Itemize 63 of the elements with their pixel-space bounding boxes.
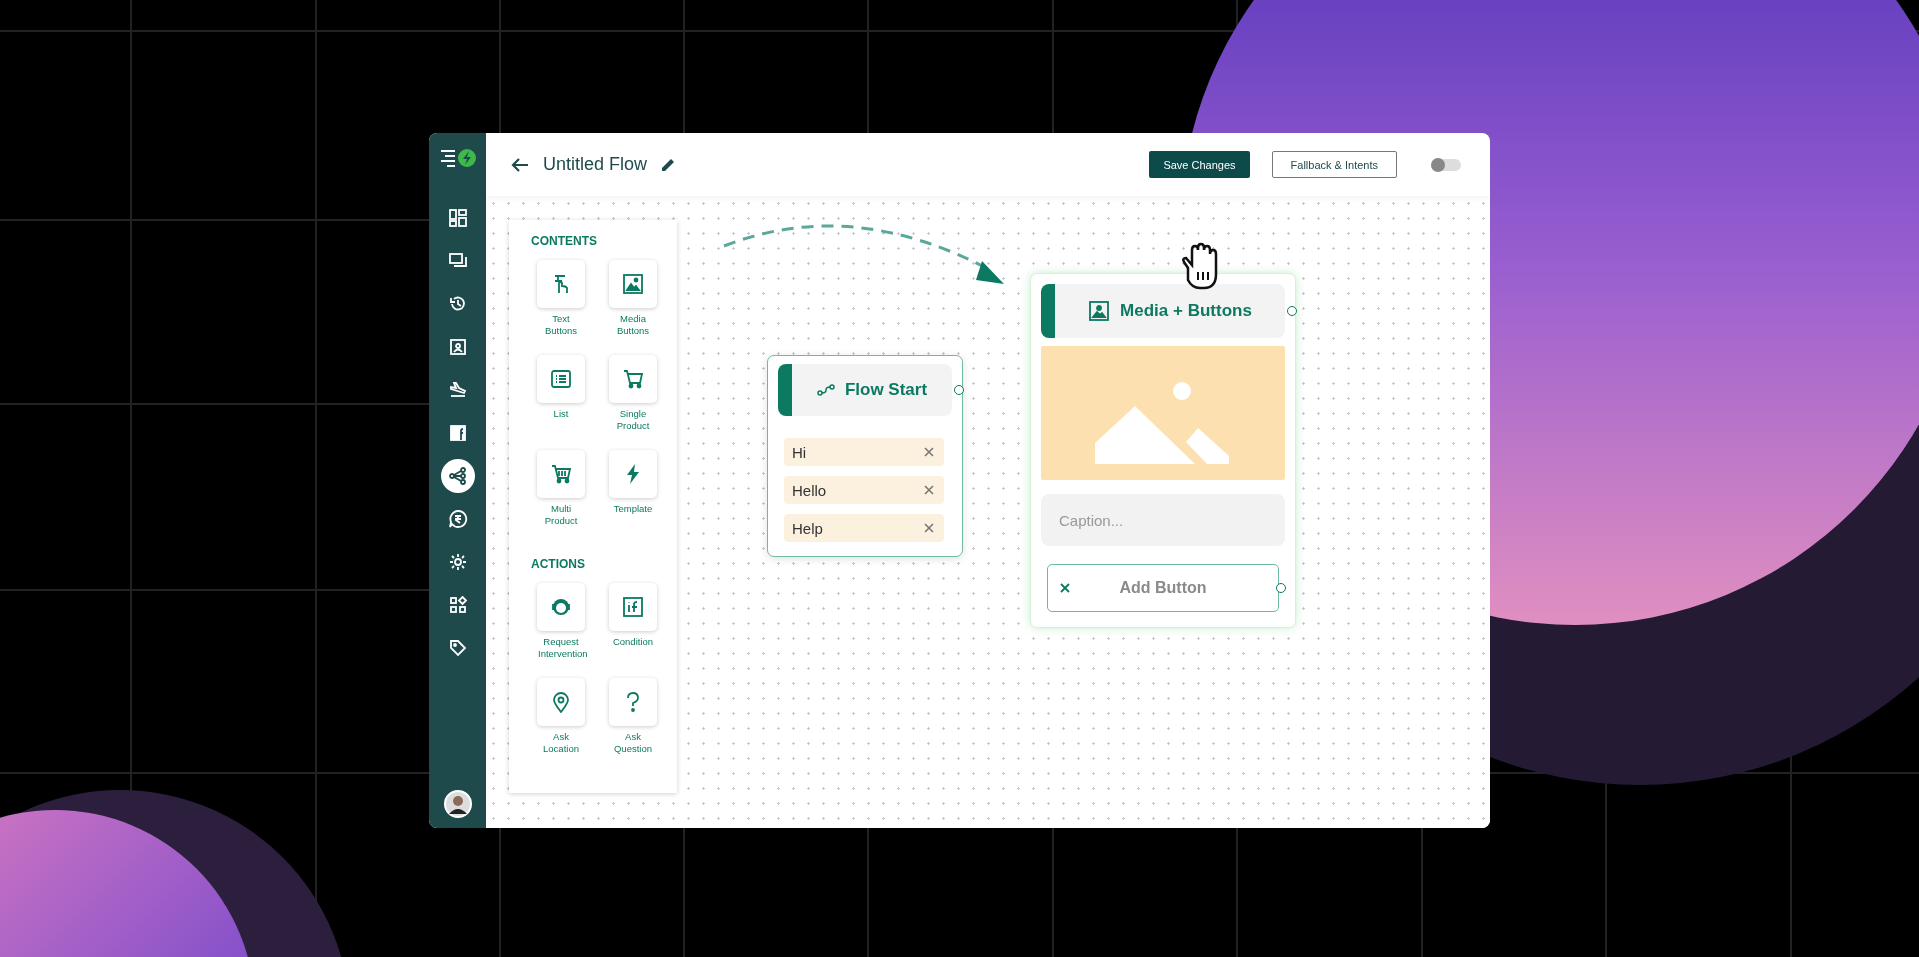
section-title: ACTIONS (531, 557, 586, 571)
tile-label: Media Buttons (615, 313, 651, 337)
tile-label: Text Buttons (543, 313, 579, 337)
close-icon[interactable] (924, 447, 934, 457)
palette-tile[interactable] (537, 450, 585, 498)
keyword-text: Hello (792, 481, 827, 499)
caption-field[interactable]: Caption... (1041, 494, 1285, 546)
node-title: Media + Buttons (1120, 301, 1252, 321)
flow-icon (816, 384, 835, 396)
fallback-button[interactable]: Fallback & Intents (1271, 151, 1397, 178)
settings-icon (447, 552, 468, 572)
palette-tile[interactable] (537, 583, 585, 631)
palette-tile[interactable] (609, 678, 657, 726)
close-icon[interactable] (1060, 583, 1070, 593)
tile-label: Condition (611, 636, 655, 648)
section-title: CONTENTS (531, 234, 598, 248)
cart-icon (550, 463, 572, 485)
palette-tile[interactable] (609, 355, 657, 403)
keyword-text: Hi (792, 443, 807, 461)
close-icon[interactable] (924, 485, 934, 495)
palette-tile[interactable] (609, 583, 657, 631)
tile-label: Single Product (615, 408, 651, 432)
tile-label: Template (612, 503, 654, 515)
cart-icon (622, 368, 644, 390)
apps-icon (447, 595, 468, 615)
facebook-icon (447, 423, 468, 443)
image-placeholder-icon (1041, 346, 1285, 480)
flow-start-node[interactable]: Flow Start Hi Hello Help (767, 355, 963, 557)
output-port[interactable] (1287, 306, 1297, 316)
sidebar-item[interactable] (440, 459, 475, 493)
keyword-text: Help (792, 519, 823, 537)
list-icon (550, 368, 572, 390)
tile-label: Ask Location (542, 731, 580, 755)
image-icon (1088, 300, 1111, 322)
rupee-chat-icon (447, 509, 468, 529)
close-icon[interactable] (924, 523, 934, 533)
pencil-icon[interactable] (661, 157, 677, 172)
back-arrow-icon[interactable] (511, 156, 529, 173)
plane-icon (447, 380, 468, 400)
palette-tile[interactable] (609, 450, 657, 498)
flow-icon (447, 466, 468, 486)
palette-tile[interactable] (609, 260, 657, 308)
palette-tile[interactable] (537, 260, 585, 308)
tile-label: Multi Product (543, 503, 579, 527)
tile-label: Ask Question (613, 731, 653, 755)
flow-title: Untitled Flow (543, 154, 648, 175)
media-node[interactable]: Media + Buttons Caption... Add Button (1030, 273, 1296, 628)
image-icon (622, 273, 644, 295)
avatar[interactable] (443, 790, 472, 818)
save-button[interactable]: Save Changes (1149, 151, 1250, 178)
palette-tile[interactable] (537, 678, 585, 726)
output-port[interactable] (1276, 583, 1286, 593)
palette-tile[interactable] (537, 355, 585, 403)
output-port[interactable] (954, 385, 964, 395)
tile-label: List (552, 408, 570, 420)
tag-icon (447, 638, 468, 658)
location-pin-icon (550, 691, 572, 713)
node-title: Flow Start (844, 380, 928, 400)
if-icon (622, 596, 644, 618)
contact-card-icon (447, 337, 468, 357)
logo-icon (438, 147, 477, 169)
toggle-switch[interactable] (1431, 158, 1461, 171)
dashboard-icon (447, 208, 468, 228)
